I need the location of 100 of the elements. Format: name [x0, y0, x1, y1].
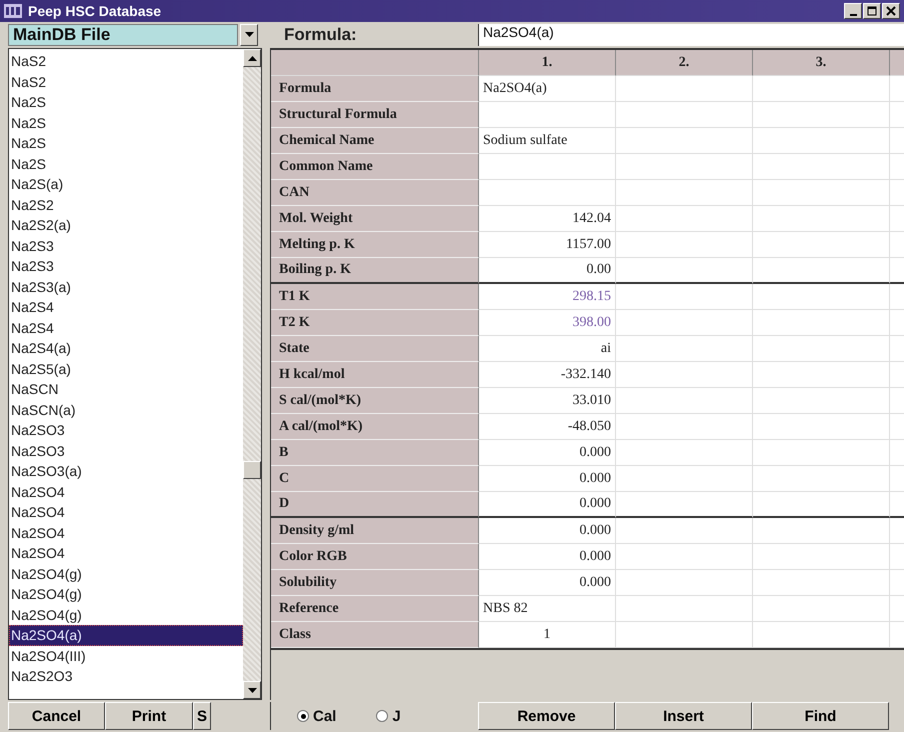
row-label: Reference — [271, 596, 479, 622]
row-label: Density g/ml — [271, 518, 479, 544]
radio-button[interactable]: Cal — [297, 708, 336, 724]
row-label: S cal/(mol*K) — [271, 388, 479, 414]
table-cell: 33.010 — [479, 388, 616, 414]
table-cell: NBS 82 — [479, 596, 616, 622]
close-button[interactable] — [882, 3, 900, 19]
action-button[interactable]: Print — [105, 702, 193, 730]
maximize-button[interactable] — [863, 3, 881, 19]
formula-field[interactable]: Na2SO4(a) — [478, 24, 904, 46]
row-label: H kcal/mol — [271, 362, 479, 388]
radio-button[interactable]: J — [376, 708, 401, 724]
database-label: MainDB File — [8, 24, 238, 46]
row-label: Chemical Name — [271, 128, 479, 154]
list-item[interactable]: Na2SO4 — [9, 543, 243, 564]
row-label: D — [271, 492, 479, 518]
list-item[interactable]: Na2SO3(a) — [9, 461, 243, 482]
table-cell: 0.000 — [479, 466, 616, 492]
action-button[interactable]: S — [193, 702, 211, 730]
scroll-down-button[interactable] — [243, 681, 261, 699]
list-item[interactable]: Na2S — [9, 92, 243, 112]
up-arrow-icon — [248, 56, 256, 60]
table-cell: ai — [479, 336, 616, 362]
table-cell: 0.000 — [479, 570, 616, 596]
close-icon — [886, 6, 896, 16]
table-cell: 0.000 — [479, 492, 616, 518]
row-label: Mol. Weight — [271, 206, 479, 232]
table-cell: 0.00 — [479, 258, 616, 284]
minimize-button[interactable] — [844, 3, 862, 19]
dropdown-button[interactable] — [240, 24, 258, 46]
list-item[interactable]: NaS2 — [9, 72, 243, 92]
scroll-thumb[interactable] — [243, 461, 261, 479]
list-item[interactable]: Na2S4 — [9, 297, 243, 318]
list-item[interactable]: Na2S2 — [9, 194, 243, 215]
row-label: Melting p. K — [271, 232, 479, 258]
list-item[interactable]: Na2SO4(g) — [9, 604, 243, 625]
row-label: Solubility — [271, 570, 479, 596]
action-button[interactable]: Remove — [478, 702, 615, 730]
table-cell: -48.050 — [479, 414, 616, 440]
list-item[interactable]: Na2SO4(g) — [9, 584, 243, 604]
caret-icon — [244, 32, 254, 38]
list-item[interactable]: Na2SO4 — [9, 502, 243, 522]
formula-label: Formula: — [283, 24, 358, 46]
list-item[interactable]: Na2S5(a) — [9, 358, 243, 379]
row-label: Boiling p. K — [271, 258, 479, 284]
down-arrow-icon — [248, 688, 256, 692]
list-item[interactable]: NaS2 — [9, 51, 243, 72]
table-cell: 1157.00 — [479, 232, 616, 258]
row-label: T1 K — [271, 284, 479, 310]
list-item[interactable]: Na2SO3 — [9, 420, 243, 440]
list-item[interactable]: Na2S — [9, 112, 243, 133]
list-item[interactable]: Na2S — [9, 154, 243, 174]
row-label: Formula — [271, 76, 479, 102]
row-label: Structural Formula — [271, 102, 479, 128]
row-label: T2 K — [271, 310, 479, 336]
scrollbar[interactable] — [243, 49, 261, 699]
list-item[interactable]: Na2S4 — [9, 318, 243, 338]
list-item[interactable]: Na2S3 — [9, 256, 243, 276]
table-cell: 0.000 — [479, 518, 616, 544]
list-item[interactable]: Na2S2O3 — [9, 666, 243, 686]
row-label: CAN — [271, 180, 479, 206]
table-cell: -332.140 — [479, 362, 616, 388]
window-title: Peep HSC Database — [28, 3, 162, 19]
action-button[interactable]: Insert — [615, 702, 752, 730]
table-cell: Na2SO4(a) — [479, 76, 616, 102]
minimize-icon — [850, 14, 856, 16]
app-icon — [4, 4, 22, 18]
list-item[interactable]: NaSCN(a) — [9, 400, 243, 420]
table-cell: 0.000 — [479, 440, 616, 466]
row-label: Class — [271, 622, 479, 648]
table-cell: Sodium sulfate — [479, 128, 616, 154]
list-item[interactable]: Na2SO4(III) — [9, 646, 243, 666]
list-item[interactable]: Na2SO4(g) — [9, 564, 243, 584]
list-item[interactable]: Na2S3(a) — [9, 276, 243, 297]
column-header: 3. — [753, 50, 890, 76]
row-label: Common Name — [271, 154, 479, 180]
row-label: A cal/(mol*K) — [271, 414, 479, 440]
list-item[interactable]: Na2SO4 — [9, 522, 243, 543]
scroll-up-button[interactable] — [243, 49, 261, 67]
list-item[interactable]: Na2SO3 — [9, 440, 243, 461]
table-cell: 142.04 — [479, 206, 616, 232]
list-item[interactable]: Na2SO4(a) — [9, 625, 243, 646]
list-item[interactable]: Na2S — [9, 133, 243, 154]
table-cell: 398.00 — [479, 310, 616, 336]
column-header: 2. — [616, 50, 753, 76]
row-label: State — [271, 336, 479, 362]
list-item[interactable]: Na2S4(a) — [9, 338, 243, 358]
list-item[interactable]: Na2S2(a) — [9, 215, 243, 236]
maximize-icon — [867, 6, 877, 16]
table-cell: 298.15 — [479, 284, 616, 310]
row-label: C — [271, 466, 479, 492]
row-label: B — [271, 440, 479, 466]
list-item[interactable]: NaSCN — [9, 379, 243, 400]
list-item[interactable]: Na2SO4 — [9, 482, 243, 502]
action-button[interactable]: Cancel — [8, 702, 105, 730]
column-header: 1. — [479, 50, 616, 76]
list-item[interactable]: Na2S(a) — [9, 174, 243, 194]
row-label: Color RGB — [271, 544, 479, 570]
list-item[interactable]: Na2S3 — [9, 236, 243, 256]
action-button[interactable]: Find — [752, 702, 889, 730]
